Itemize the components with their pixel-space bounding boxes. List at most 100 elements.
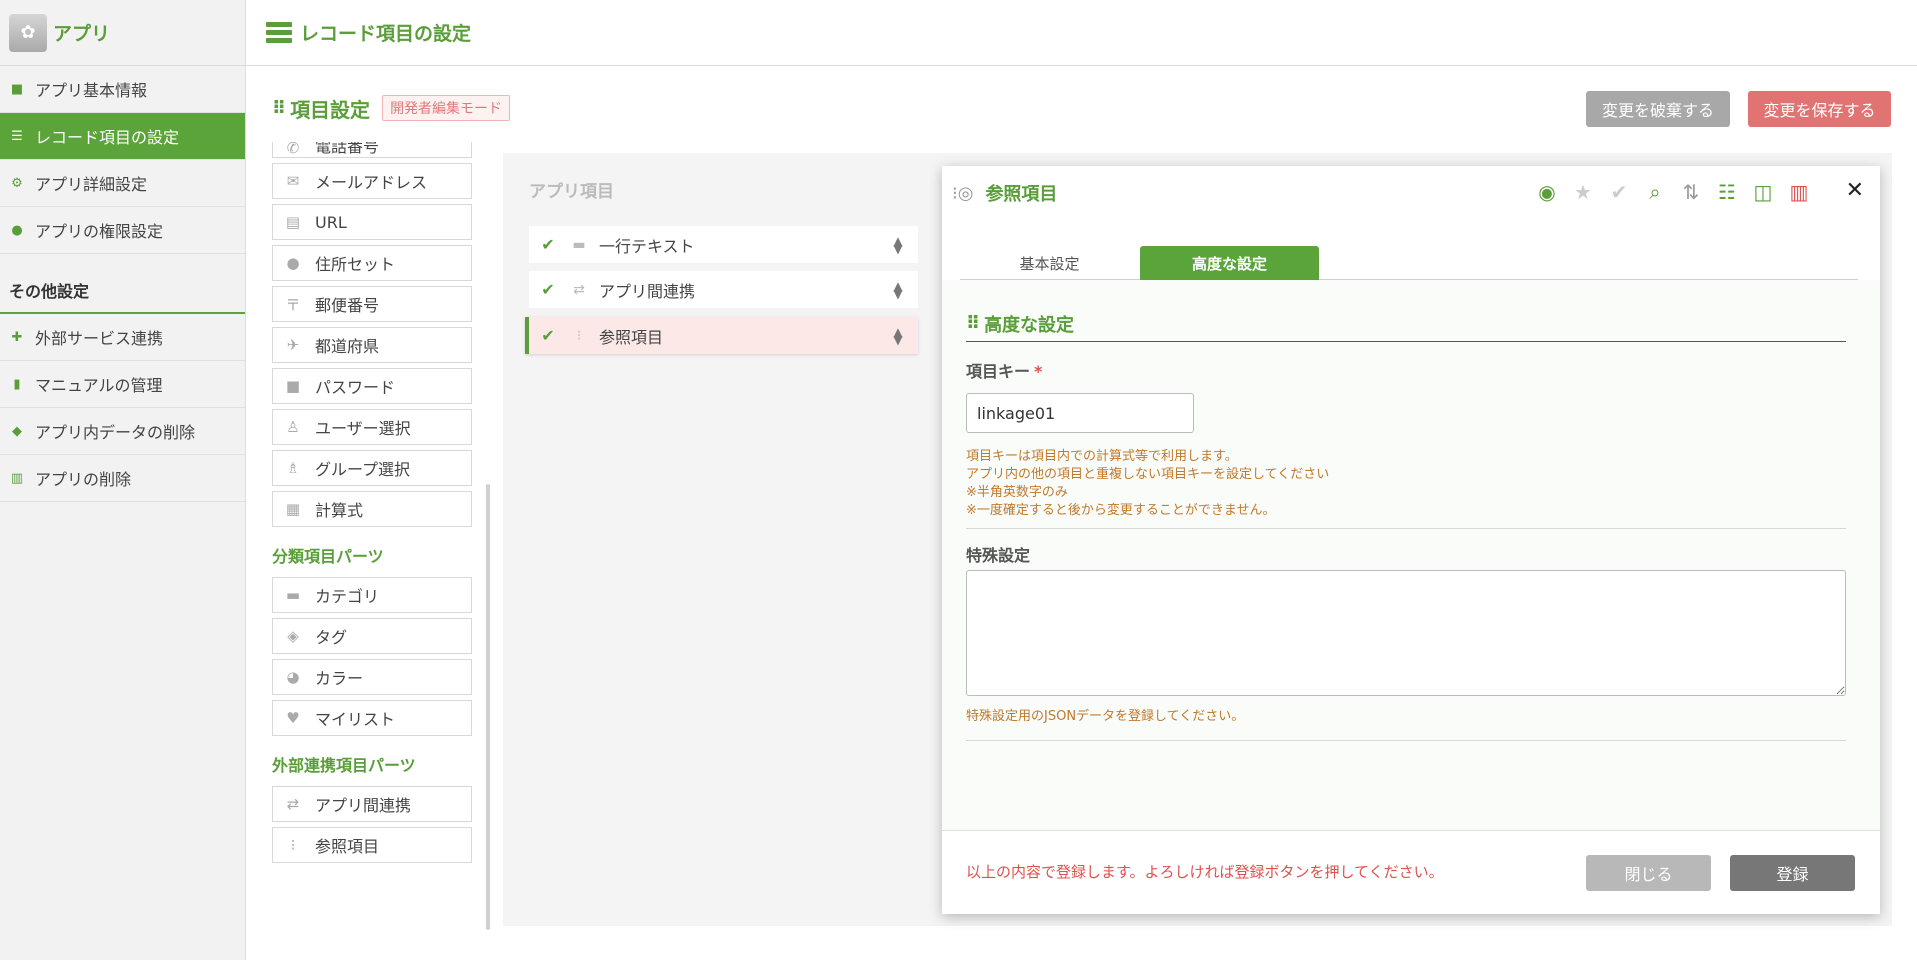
save-changes-button[interactable]: 変更を保存する bbox=[1748, 91, 1891, 127]
part-mylist[interactable]: ♥ マイリスト bbox=[272, 700, 472, 736]
app-name: アプリ bbox=[53, 23, 111, 45]
part-user-select[interactable]: ♙ ユーザー選択 bbox=[272, 409, 472, 445]
part-address[interactable]: ● 住所セット bbox=[272, 245, 472, 281]
field-row-single-text[interactable]: ✔ ▬ 一行テキスト ▲ ▼ bbox=[529, 226, 918, 263]
sidebar-item-permissions[interactable]: ● アプリの権限設定 bbox=[0, 207, 245, 254]
double-check-icon[interactable]: ✔ bbox=[1608, 180, 1630, 204]
puzzle-icon: ✚ bbox=[11, 329, 23, 345]
part-reference[interactable]: ⁝ 参照項目 bbox=[272, 827, 472, 863]
user-icon: ♙ bbox=[286, 418, 300, 436]
sort-icon[interactable]: ⇅ bbox=[1680, 180, 1702, 204]
star-icon[interactable]: ★ bbox=[1572, 180, 1594, 204]
palette-icon: ◕ bbox=[286, 668, 300, 686]
page-title: レコード項目の設定 bbox=[300, 23, 472, 45]
tab-advanced-settings[interactable]: 高度な設定 bbox=[1140, 246, 1319, 280]
exchange-icon: ⇄ bbox=[573, 281, 585, 298]
dialog-body: ⠿ 高度な設定 項目キー* 項目キーは項目内での計算式等で利用します。 アプリ内… bbox=[942, 280, 1880, 830]
folder-icon: ▬ bbox=[285, 586, 301, 604]
sidebar-item-manuals[interactable]: ▮ マニュアルの管理 bbox=[0, 361, 245, 408]
part-app-link[interactable]: ⇄ アプリ間連携 bbox=[272, 786, 472, 822]
special-settings-textarea[interactable] bbox=[966, 570, 1846, 696]
sidebar-item-label: アプリ内データの削除 bbox=[35, 423, 196, 442]
discard-changes-button[interactable]: 変更を破棄する bbox=[1586, 91, 1730, 127]
field-label: 一行テキスト bbox=[599, 236, 695, 256]
field-settings-dialog: ⁝◎ 参照項目 ◉ ★ ✔ ⌕ ⇅ ☷ ◫ ▥ ✕ 基本設定 高度な設定 ⠿ 高… bbox=[942, 166, 1880, 914]
help-line: アプリ内の他の項目と重複しない項目キーを設定してください bbox=[966, 467, 1330, 482]
divider bbox=[966, 528, 1846, 529]
section-header: ⠿ 項目設定 開発者編集モード bbox=[272, 94, 511, 122]
phone-icon: ✆ bbox=[286, 142, 300, 157]
sort-handle-icon[interactable]: ▲ ▼ bbox=[878, 235, 918, 255]
part-formula[interactable]: ▦ 計算式 bbox=[272, 491, 472, 527]
sidebar-item-label: レコード項目の設定 bbox=[35, 128, 180, 147]
footer-message: 以上の内容で登録します。よろしければ登録ボタンを押してください。 bbox=[966, 863, 1444, 881]
register-button[interactable]: 登録 bbox=[1730, 855, 1855, 891]
sort-handle-icon[interactable]: ▲ ▼ bbox=[878, 326, 918, 346]
help-line: 項目キーは項目内での計算式等で利用します。 bbox=[966, 449, 1238, 464]
menu-icon bbox=[266, 19, 292, 46]
grip-icon: ⠿ bbox=[272, 97, 286, 119]
list-view-icon[interactable]: ☷ bbox=[1716, 180, 1738, 204]
user-lock-icon: ● bbox=[11, 222, 23, 238]
sidebar: ✿ アプリ ■ アプリ基本情報 ☰ レコード項目の設定 ⚙ アプリ詳細設定 ● … bbox=[0, 0, 246, 960]
sidebar-item-delete-data[interactable]: ◆ アプリ内データの削除 bbox=[0, 408, 245, 455]
part-email[interactable]: ✉ メールアドレス bbox=[272, 163, 472, 199]
check-icon: ✔ bbox=[541, 280, 555, 299]
tab-basic-settings[interactable]: 基本設定 bbox=[960, 246, 1139, 280]
tag-icon: ◈ bbox=[287, 627, 299, 645]
dialog-footer: 以上の内容で登録します。よろしければ登録ボタンを押してください。 閉じる 登録 bbox=[942, 830, 1880, 914]
sidebar-item-label: アプリ基本情報 bbox=[35, 81, 148, 100]
dev-mode-badge: 開発者編集モード bbox=[382, 95, 511, 121]
advanced-heading-text: 高度な設定 bbox=[984, 314, 1075, 336]
part-label: 電話番号 bbox=[315, 142, 380, 156]
field-key-label-text: 項目キー bbox=[966, 362, 1031, 381]
sidebar-item-app-info[interactable]: ■ アプリ基本情報 bbox=[0, 66, 245, 113]
part-postal[interactable]: 〒 郵便番号 bbox=[272, 286, 472, 322]
calculator-icon: ▦ bbox=[285, 500, 301, 518]
group-icon: ♗ bbox=[286, 459, 300, 477]
part-label: カテゴリ bbox=[315, 587, 380, 606]
field-key-input[interactable] bbox=[966, 393, 1194, 433]
sort-handle-icon[interactable]: ▲ ▼ bbox=[878, 280, 918, 300]
close-icon[interactable]: ✕ bbox=[1846, 178, 1864, 203]
part-tag[interactable]: ◈ タグ bbox=[272, 618, 472, 654]
part-group-select[interactable]: ♗ グループ選択 bbox=[272, 450, 472, 486]
sidebar-item-label: 外部サービス連携 bbox=[35, 329, 164, 348]
sidebar-item-external-services[interactable]: ✚ 外部サービス連携 bbox=[0, 314, 245, 361]
sidebar-item-label: アプリの削除 bbox=[35, 470, 132, 489]
part-password[interactable]: ■ パスワード bbox=[272, 368, 472, 404]
part-label: マイリスト bbox=[315, 710, 396, 729]
trash-icon: ▥ bbox=[10, 470, 24, 486]
special-settings-label: 特殊設定 bbox=[966, 546, 1031, 565]
part-prefecture[interactable]: ✈ 都道府県 bbox=[272, 327, 472, 363]
special-settings-help: 特殊設定用のJSONデータを登録してください。 bbox=[966, 709, 1245, 724]
field-row-reference[interactable]: ✔ ⁝ 参照項目 ▲ ▼ bbox=[525, 317, 918, 354]
sidebar-item-app-details[interactable]: ⚙ アプリ詳細設定 bbox=[0, 160, 245, 207]
part-label: グループ選択 bbox=[315, 460, 411, 479]
exchange-icon: ⇄ bbox=[286, 795, 300, 813]
list-icon: ☰ bbox=[11, 128, 23, 144]
check-icon: ✔ bbox=[541, 235, 555, 254]
sidebar-item-record-fields[interactable]: ☰ レコード項目の設定 bbox=[0, 113, 245, 160]
search-icon[interactable]: ⌕ bbox=[1644, 180, 1666, 204]
part-category[interactable]: ▬ カテゴリ bbox=[272, 577, 472, 613]
part-url[interactable]: ▤ URL bbox=[272, 204, 472, 240]
part-label: タグ bbox=[315, 628, 348, 647]
sidebar-item-label: アプリの権限設定 bbox=[35, 222, 164, 241]
columns-icon[interactable]: ◫ bbox=[1752, 180, 1774, 204]
trash-icon[interactable]: ▥ bbox=[1788, 180, 1810, 204]
field-key-help: 項目キーは項目内での計算式等で利用します。 アプリ内の他の項目と重複しない項目キ… bbox=[966, 448, 1329, 520]
part-color[interactable]: ◕ カラー bbox=[272, 659, 472, 695]
browser-icon: ▤ bbox=[285, 213, 301, 231]
reference-icon: ⁝◎ bbox=[952, 182, 974, 204]
sidebar-header[interactable]: ✿ アプリ bbox=[0, 0, 245, 66]
sidebar-item-delete-app[interactable]: ▥ アプリの削除 bbox=[0, 455, 245, 502]
palette-scrollbar[interactable] bbox=[486, 484, 490, 930]
heart-icon: ♥ bbox=[286, 709, 300, 727]
part-phone[interactable]: ✆ 電話番号 bbox=[272, 142, 472, 158]
japan-map-icon: ✈ bbox=[286, 336, 300, 354]
field-row-app-link[interactable]: ✔ ⇄ アプリ間連携 ▲ ▼ bbox=[529, 271, 918, 308]
toggle-icon[interactable]: ◉ bbox=[1536, 180, 1558, 204]
lock-icon: ■ bbox=[285, 377, 301, 395]
close-button[interactable]: 閉じる bbox=[1586, 855, 1711, 891]
